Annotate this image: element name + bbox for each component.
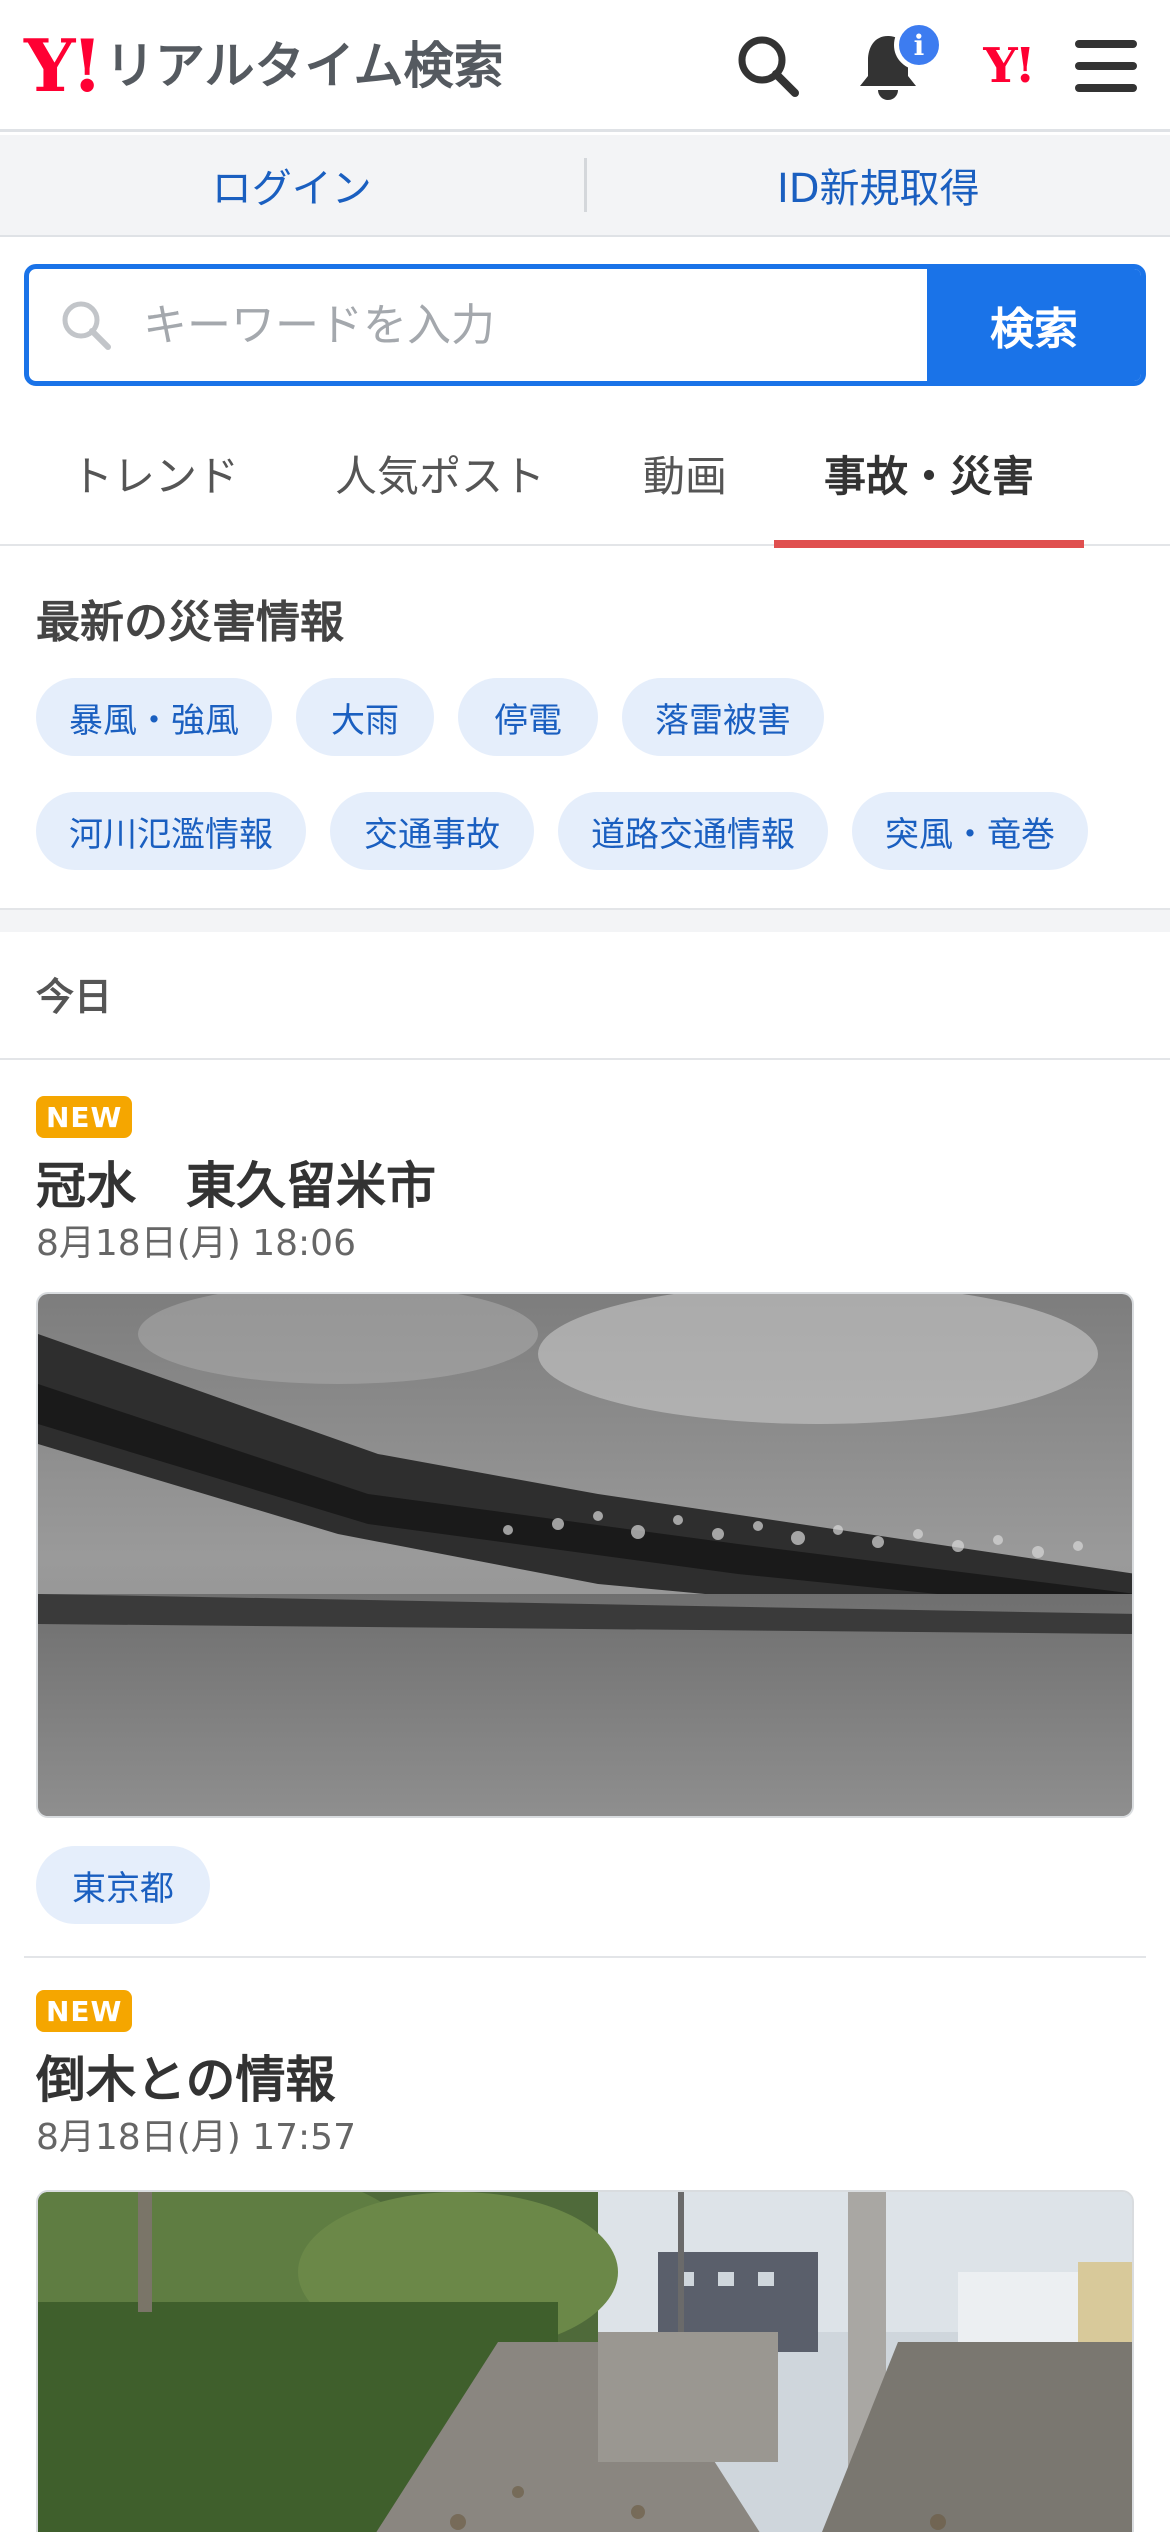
bell-icon[interactable]: i [850,20,944,104]
chip-river-flood[interactable]: 河川氾濫情報 [36,792,306,870]
logo-mark: Y! [24,23,103,108]
logo-text: リアルタイム検索 [105,37,504,95]
menu-icon[interactable] [1068,28,1144,104]
app-header: Y! リアルタイム検索 i Y! [0,0,1170,132]
section-title: 最新の災害情報 [36,597,344,648]
location-chip[interactable]: 東京都 [36,1846,210,1924]
new-badge: NEW [36,1096,133,1138]
chip-traffic-accident[interactable]: 交通事故 [330,792,534,870]
day-label: 今日 [36,975,113,1019]
post-image[interactable] [36,2190,1134,2532]
chip-gust-tornado[interactable]: 突風・竜巻 [852,792,1088,870]
notification-badge: i [894,20,944,70]
tab-accident-disaster[interactable]: 事故・災害 [774,400,1084,548]
post-title: 倒木との情報 [36,2051,336,2109]
chip-power-outage[interactable]: 停電 [458,678,598,756]
tab-popular-posts[interactable]: 人気ポスト [320,400,560,546]
auth-bar: ログイン ID新規取得 [0,135,1170,237]
post-card[interactable]: NEW 倒木との情報 8月18日(月) 17:57 [0,1958,1170,2532]
chip-lightning-damage[interactable]: 落雷被害 [622,678,824,756]
search-input[interactable] [143,299,843,351]
search-field-icon [62,301,111,350]
yahoo-realtime-logo[interactable]: Y! リアルタイム検索 [24,26,504,106]
post-image[interactable] [36,1292,1134,1818]
post-date: 8月18日(月) 18:06 [36,1223,356,1264]
search-field [29,269,927,381]
yj-mark: Y! [983,38,1035,94]
yahoo-japan-logo[interactable]: Y! [968,28,1048,104]
new-badge: NEW [36,1990,133,2032]
chip-storm-wind[interactable]: 暴風・強風 [36,678,272,756]
post-date: 8月18日(月) 17:57 [36,2117,356,2158]
section-separator [0,908,1170,932]
disaster-info-section: 最新の災害情報 暴風・強風 大雨 停電 落雷被害 河川氾濫情報 交通事故 道路交… [0,548,1170,908]
chip-heavy-rain[interactable]: 大雨 [296,678,434,756]
tab-bar: トレンド 人気ポスト 動画 事故・災害 [0,400,1170,548]
login-link[interactable]: ログイン [0,156,584,214]
chip-road-traffic[interactable]: 道路交通情報 [558,792,828,870]
tab-video[interactable]: 動画 [620,400,750,546]
search-icon[interactable] [730,28,806,104]
search-button[interactable]: 検索 [927,269,1141,381]
search-bar: 検索 [24,264,1146,386]
post-card[interactable]: NEW 冠水 東久留米市 8月18日(月) 18:06 東京都 [0,1060,1170,1956]
day-header: 今日 [0,932,1170,1060]
post-title: 冠水 東久留米市 [36,1157,436,1215]
register-link[interactable]: ID新規取得 [587,156,1170,214]
tab-trend[interactable]: トレンド [40,400,270,546]
